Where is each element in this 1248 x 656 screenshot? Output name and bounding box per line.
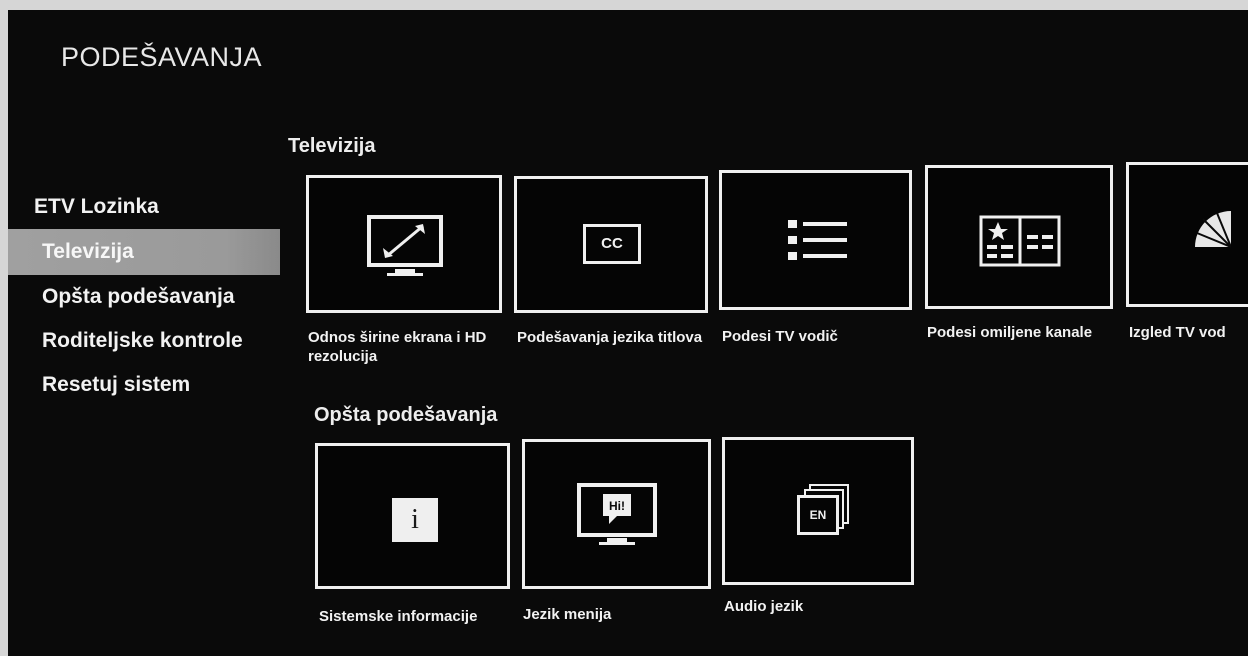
info-icon: i: [392, 498, 438, 542]
audio-language-icon: EN: [797, 495, 839, 535]
closed-captions-icon: CC: [583, 224, 641, 264]
page-title: PODEŠAVANJA: [61, 42, 263, 72]
menu-language-icon-text: Hi!: [609, 499, 625, 513]
aspect-ratio-tv-icon: [367, 215, 443, 276]
settings-screen: PODEŠAVANJA ETV Lozinka Televizija Opšta…: [8, 10, 1248, 656]
tile-system-info[interactable]: i: [315, 443, 510, 589]
tile-tv-guide[interactable]: [719, 170, 912, 310]
menu-language-tv-icon: Hi!: [577, 483, 657, 545]
tile-tv-guide-layout[interactable]: [1126, 162, 1248, 307]
list-icon: [788, 220, 847, 260]
sidebar-item-televizija[interactable]: Televizija: [8, 229, 280, 275]
tile-menu-language[interactable]: Hi!: [522, 439, 711, 589]
tile-subtitle-language[interactable]: CC: [514, 176, 708, 313]
tile-label-subtitle-language: Podešavanja jezika titlova: [517, 329, 703, 346]
sidebar-item-roditeljske-kontrole[interactable]: Roditeljske kontrole: [8, 319, 280, 363]
tile-label-tv-guide: Podesi TV vodič: [722, 328, 838, 345]
section-title-opsta-podesavanja: Opšta podešavanja: [314, 404, 498, 426]
tile-label-tv-guide-layout: Izgled TV vod: [1129, 324, 1226, 341]
favorite-channels-icon: [979, 215, 1061, 267]
sidebar: ETV Lozinka Televizija Opšta podešavanja…: [8, 185, 280, 407]
sidebar-item-resetuj-sistem[interactable]: Resetuj sistem: [8, 363, 280, 407]
tile-label-audio-language: Audio jezik: [724, 598, 804, 615]
tv-guide-layout-icon: [1195, 211, 1231, 248]
tile-label-aspect-ratio: Odnos širine ekrana i HD rezolucija: [308, 329, 487, 365]
sidebar-item-opsta-podesavanja[interactable]: Opšta podešavanja: [8, 275, 280, 319]
tile-aspect-ratio[interactable]: [306, 175, 502, 313]
tile-audio-language[interactable]: EN: [722, 437, 914, 585]
section-title-televizija: Televizija: [288, 135, 376, 157]
sidebar-item-etv-lozinka[interactable]: ETV Lozinka: [8, 185, 280, 229]
tile-label-system-info: Sistemske informacije: [319, 608, 478, 625]
tile-favorite-channels[interactable]: [925, 165, 1113, 309]
tile-label-favorite-channels: Podesi omiljene kanale: [927, 324, 1093, 341]
tile-label-menu-language: Jezik menija: [523, 606, 612, 623]
